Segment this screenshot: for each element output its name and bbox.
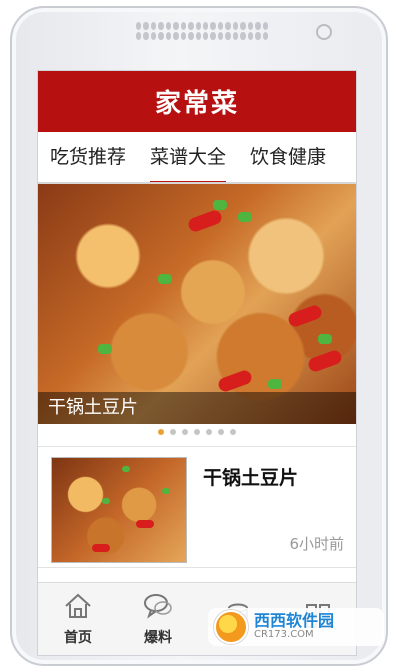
watermark-main: 西西软件园: [254, 611, 335, 631]
chat-bubble-icon: [144, 594, 172, 619]
scallion-decoration: [318, 334, 332, 344]
chili-decoration: [92, 544, 110, 552]
tab-recipes[interactable]: 菜谱大全: [138, 132, 238, 182]
chili-decoration: [216, 368, 254, 394]
list-item[interactable]: 干锅土豆片 6小时前: [38, 446, 356, 568]
carousel-dot[interactable]: [170, 429, 176, 435]
carousel-dot[interactable]: [194, 429, 200, 435]
title-bar: 家常菜: [38, 71, 356, 132]
front-camera: [316, 24, 332, 40]
carousel-dot[interactable]: [206, 429, 212, 435]
app-title: 家常菜: [154, 89, 239, 119]
carousel-dot[interactable]: [182, 429, 188, 435]
chili-decoration: [186, 208, 224, 234]
carousel-dot[interactable]: [218, 429, 224, 435]
hero-banner[interactable]: 干锅土豆片: [38, 184, 356, 424]
category-tabs: 吃货推荐 菜谱大全 饮食健康: [38, 132, 356, 184]
app-screen: 家常菜 吃货推荐 菜谱大全 饮食健康 干锅土豆片 干锅土豆片 6小时前 首页 爆…: [37, 70, 357, 656]
chili-decoration: [286, 303, 324, 329]
scallion-decoration: [268, 379, 282, 389]
chili-decoration: [306, 348, 344, 374]
carousel-dot[interactable]: [230, 429, 236, 435]
nav-item-home[interactable]: 首页: [38, 583, 118, 655]
carousel-dot[interactable]: [158, 429, 164, 435]
scallion-decoration: [213, 200, 227, 210]
watermark-sub: CR173.COM: [254, 629, 314, 641]
nav-label-news: 爆料: [144, 630, 172, 646]
nav-item-news[interactable]: 爆料: [118, 583, 198, 655]
tab-recommend[interactable]: 吃货推荐: [38, 132, 138, 182]
speaker-grill: [136, 22, 268, 40]
home-icon: [65, 593, 91, 618]
list-item-title: 干锅土豆片: [203, 467, 299, 489]
watermark: 西西软件园 CR173.COM: [208, 608, 384, 646]
chili-decoration: [136, 520, 154, 528]
watermark-text: 西西软件园 CR173.COM: [254, 613, 334, 640]
tab-health[interactable]: 饮食健康: [238, 132, 338, 182]
nav-label-home: 首页: [64, 630, 92, 646]
scallion-decoration: [122, 466, 130, 472]
scallion-decoration: [238, 212, 252, 222]
scallion-decoration: [102, 498, 110, 504]
watermark-logo-icon: [214, 610, 248, 644]
carousel-dots: [38, 424, 356, 440]
scallion-decoration: [158, 274, 172, 284]
scallion-decoration: [162, 488, 170, 494]
scallion-decoration: [98, 344, 112, 354]
hero-caption: 干锅土豆片: [38, 392, 356, 424]
list-item-thumbnail: [51, 457, 187, 563]
list-item-time: 6小时前: [289, 535, 344, 553]
